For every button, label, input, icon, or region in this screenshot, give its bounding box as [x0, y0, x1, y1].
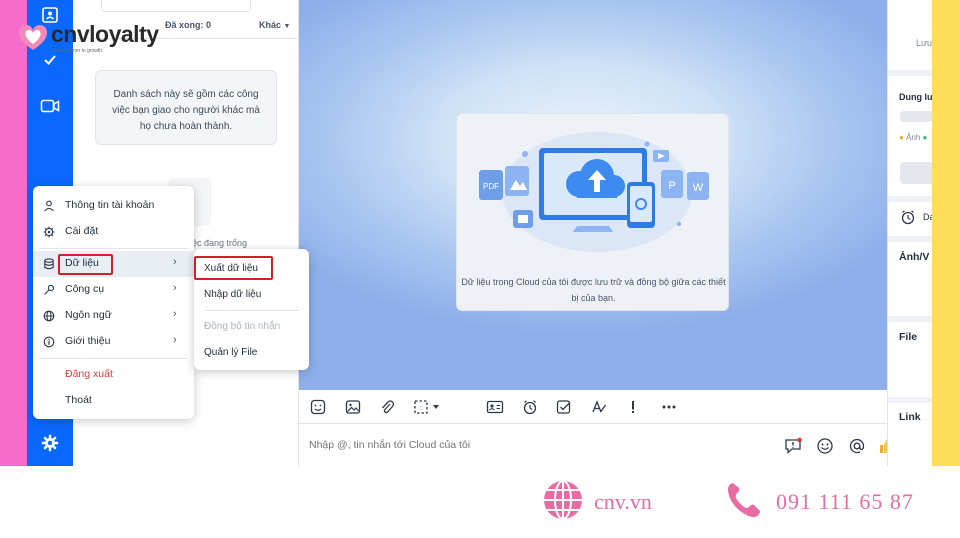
logout-label: Đăng xuất	[65, 368, 113, 380]
sticker-icon[interactable]	[309, 398, 327, 416]
menu-item-about[interactable]: Giới thiệu ›	[33, 329, 194, 355]
globe-icon	[544, 480, 582, 520]
submenu-item-export[interactable]: Xuất dữ liệu	[204, 263, 258, 274]
globe-icon	[42, 309, 56, 323]
assign-task-icon[interactable]	[555, 398, 573, 416]
media-section-title[interactable]: Ảnh/V	[899, 251, 929, 263]
urgent-icon[interactable]	[624, 398, 642, 416]
menu-item-label: Dữ liệu	[65, 257, 99, 269]
storage-manage-button[interactable]	[900, 162, 932, 184]
logo-tagline: Your partner in growth	[53, 48, 103, 54]
pdf-file-label: PDF	[483, 182, 499, 191]
menu-item-tools[interactable]: Công cụ ›	[33, 277, 194, 303]
menu-item-logout[interactable]: Đăng xuất	[33, 362, 194, 388]
wrench-icon	[42, 283, 56, 297]
video-call-icon[interactable]	[38, 94, 62, 118]
file-section-title[interactable]: File	[899, 331, 917, 343]
submenu-item-import[interactable]: Nhập dữ liệu	[204, 289, 261, 300]
user-icon	[42, 199, 56, 213]
alarm-clock-icon	[901, 210, 915, 225]
menu-item-exit[interactable]: Thoát	[33, 388, 194, 414]
heart-logo-icon	[18, 25, 48, 50]
mention-icon[interactable]	[847, 436, 867, 456]
footer-website[interactable]: cnv.vn	[594, 489, 652, 515]
reminder-label: Da	[923, 212, 932, 222]
composer	[299, 424, 895, 466]
storage-legend-image: ● Ảnh ●	[899, 133, 928, 142]
database-icon	[42, 257, 56, 271]
menu-item-label: Thông tin tài khoản	[65, 199, 155, 211]
emoji-icon[interactable]	[815, 436, 835, 456]
conversation-info-panel: Lưu Dung lư ● Ảnh ● Da Ảnh/V File Link	[887, 0, 932, 466]
info-separator	[888, 316, 932, 322]
menu-item-label: Công cụ	[65, 283, 105, 295]
data-submenu: Xuất dữ liệu Nhập dữ liệu Đồng bộ tin nh…	[194, 249, 309, 370]
link-section-title[interactable]: Link	[899, 411, 921, 423]
reminder-clock-icon[interactable]	[521, 398, 539, 416]
phone-icon	[728, 483, 760, 518]
menu-item-label: Giới thiệu	[65, 335, 111, 347]
menu-item-label: Ngôn ngữ	[65, 309, 112, 321]
more-icon[interactable]	[660, 398, 678, 416]
menu-divider	[39, 248, 188, 249]
image-icon[interactable]	[344, 398, 362, 416]
menu-divider	[39, 358, 188, 359]
account-menu: Thông tin tài khoản Cài đặt Dữ liệu › Cô…	[33, 186, 194, 419]
info-separator	[888, 236, 932, 242]
left-decor-stripe	[0, 0, 27, 466]
todo-top-card	[101, 0, 251, 12]
settings-gear-icon[interactable]	[38, 431, 62, 455]
menu-item-settings[interactable]: Cài đặt	[33, 219, 194, 245]
screenshot-icon[interactable]: :	[412, 398, 444, 416]
gear-icon	[42, 225, 56, 239]
info-separator	[888, 397, 932, 403]
message-input[interactable]	[309, 436, 709, 454]
caret-down-icon: ▼	[283, 23, 291, 30]
ppt-file-label: P	[668, 180, 675, 192]
info-separator	[888, 70, 932, 76]
right-decor-stripe	[932, 0, 960, 466]
info-icon	[42, 335, 56, 349]
chevron-right-icon: ›	[173, 256, 177, 268]
submenu-item-file-manager[interactable]: Quản lý File	[204, 347, 257, 358]
text-format-icon[interactable]	[590, 398, 608, 416]
empty-todo-message: Danh sách này sẽ gồm các công việc bạn g…	[95, 70, 277, 145]
menu-item-account-info[interactable]: Thông tin tài khoản	[33, 193, 194, 219]
empty-list-text: ệc đang trống	[192, 238, 248, 248]
menu-item-data[interactable]: Dữ liệu ›	[33, 251, 194, 277]
menu-item-language[interactable]: Ngôn ngữ ›	[33, 303, 194, 329]
contact-card-icon[interactable]	[486, 398, 504, 416]
submenu-item-sync[interactable]: Đồng bộ tin nhắn	[204, 321, 280, 332]
composer-toolbar: :	[299, 390, 887, 424]
menu-item-label: Cài đặt	[65, 225, 99, 237]
cloud-intro-card: PDF P W Dữ liệu trong Cloud của tôi được…	[456, 113, 729, 311]
done-count-label: Đã xong: 0	[165, 20, 212, 30]
quick-message-icon[interactable]	[783, 436, 803, 456]
info-separator	[888, 196, 932, 202]
storage-top-label: Lưu	[916, 38, 932, 48]
chevron-right-icon: ›	[173, 334, 177, 346]
footer-phone[interactable]: 091 111 65 87	[776, 489, 914, 515]
svg-text::: :	[420, 405, 422, 412]
attachment-icon[interactable]	[378, 398, 396, 416]
other-filter-dropdown[interactable]: Khác ▼	[259, 20, 290, 30]
word-file-label: W	[693, 182, 704, 194]
storage-bar	[900, 111, 932, 122]
legend-image-label: Ảnh	[906, 133, 921, 142]
chevron-right-icon: ›	[173, 308, 177, 320]
exit-label: Thoát	[65, 394, 92, 406]
cloud-illustration: PDF P W	[479, 132, 709, 252]
chevron-right-icon: ›	[173, 282, 177, 294]
storage-title: Dung lư	[899, 92, 932, 102]
cloud-caption: Dữ liệu trong Cloud của tôi được lưu trữ…	[461, 277, 726, 303]
submenu-divider	[204, 310, 299, 311]
other-filter-label: Khác	[259, 20, 282, 30]
logo-text: cnvloyalty	[51, 21, 159, 47]
reminder-row[interactable]: Da	[900, 208, 932, 228]
